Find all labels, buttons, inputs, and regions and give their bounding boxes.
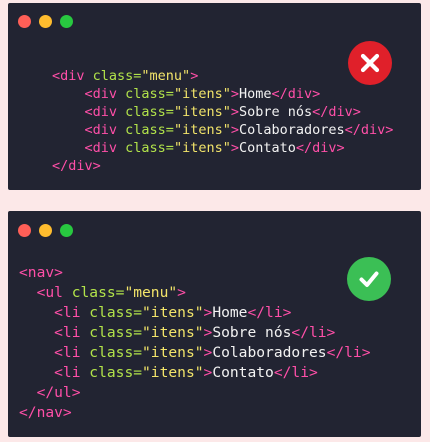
code-token: class=: [125, 104, 174, 120]
code-token: <div: [52, 68, 93, 84]
code-token: "itens": [142, 344, 204, 361]
code-token: >: [190, 68, 199, 84]
code-token: <nav>: [19, 264, 63, 281]
code-token: </div>: [344, 122, 394, 138]
code-token: <div: [52, 122, 126, 138]
code-token: "itens": [142, 324, 204, 341]
code-line: </div>: [52, 157, 393, 175]
code-token: </ul>: [19, 384, 81, 401]
code-token: </nav>: [19, 404, 72, 421]
code-token: <li: [19, 364, 90, 381]
code-line: <li class="itens">Contato</li>: [19, 363, 371, 383]
minimize-dot-icon: [39, 15, 52, 28]
maximize-dot-icon: [60, 15, 73, 28]
code-token: >: [203, 364, 213, 381]
code-token: <div: [52, 140, 126, 156]
code-token: >: [230, 140, 239, 156]
code-token: </div>: [295, 140, 345, 156]
code-line: </nav>: [19, 403, 371, 423]
code-line: <div class="itens">Home</div>: [52, 85, 393, 103]
code-token: </li>: [326, 344, 371, 361]
code-line: <div class="itens">Contato</div>: [52, 139, 393, 157]
code-line: <div class="itens">Colaboradores</div>: [52, 121, 394, 139]
code-token: class=: [89, 344, 143, 361]
code-token: "menu": [124, 284, 178, 301]
code-token: "itens": [142, 364, 204, 381]
code-line: <li class="itens">Home</li>: [19, 303, 371, 323]
bad-example-code: <div class="menu"> <div class="itens">Ho…: [52, 67, 393, 175]
code-token: </div>: [271, 86, 321, 102]
code-token: <div: [52, 104, 126, 120]
code-token: class=: [125, 140, 174, 156]
code-token: class=: [89, 324, 143, 341]
code-token: </li>: [273, 364, 318, 381]
code-token: <li: [19, 304, 90, 321]
code-token: <li: [19, 344, 90, 361]
maximize-dot-icon: [60, 224, 73, 237]
code-token: Colaboradores: [212, 344, 327, 361]
code-token: >: [177, 284, 186, 301]
window-controls: [18, 224, 73, 237]
close-dot-icon: [18, 224, 31, 237]
close-dot-icon: [18, 15, 31, 28]
code-token: >: [203, 344, 213, 361]
window-controls: [18, 15, 73, 28]
code-token: </div>: [52, 158, 101, 174]
code-token: Colaboradores: [238, 122, 345, 138]
code-token: >: [203, 304, 213, 321]
minimize-dot-icon: [39, 224, 52, 237]
code-line: <li class="itens">Colaboradores</li>: [19, 343, 371, 363]
code-token: class=: [89, 364, 143, 381]
bad-example-code-window: <div class="menu"> <div class="itens">Ho…: [8, 3, 421, 190]
good-example-code: <nav> <ul class="menu"> <li class="itens…: [19, 263, 371, 423]
code-token: class=: [71, 284, 125, 301]
code-token: </li>: [247, 304, 292, 321]
code-token: >: [230, 122, 239, 138]
code-token: </div>: [312, 104, 361, 120]
code-line: <ul class="menu">: [19, 283, 371, 303]
code-token: </li>: [291, 324, 336, 341]
code-token: "itens": [173, 122, 231, 138]
code-token: >: [230, 104, 239, 120]
code-token: Home: [212, 304, 248, 321]
code-token: class=: [89, 304, 143, 321]
good-example-code-window: <nav> <ul class="menu"> <li class="itens…: [8, 211, 421, 437]
code-token: "itens": [173, 104, 231, 120]
code-token: class=: [92, 68, 142, 84]
code-token: Contato: [238, 140, 296, 156]
code-line: <li class="itens">Sobre nós</li>: [19, 323, 371, 343]
code-token: "itens": [173, 86, 231, 102]
code-token: class=: [125, 122, 174, 138]
code-token: Sobre nós: [212, 324, 292, 341]
code-token: Contato: [212, 364, 274, 381]
code-token: "itens": [142, 304, 204, 321]
code-token: "itens": [173, 140, 231, 156]
code-token: <ul: [19, 284, 72, 301]
code-line: <div class="itens">Sobre nós</div>: [52, 103, 393, 121]
code-line: <div class="menu">: [52, 67, 393, 85]
code-token: Sobre nós: [238, 104, 313, 120]
code-token: class=: [125, 86, 174, 102]
code-line: </ul>: [19, 383, 371, 403]
code-token: <div: [52, 86, 126, 102]
code-token: "menu": [141, 68, 191, 84]
code-token: <li: [19, 324, 90, 341]
code-line: <nav>: [19, 263, 371, 283]
code-token: >: [203, 324, 213, 341]
code-token: Home: [238, 86, 272, 102]
code-token: >: [230, 86, 239, 102]
